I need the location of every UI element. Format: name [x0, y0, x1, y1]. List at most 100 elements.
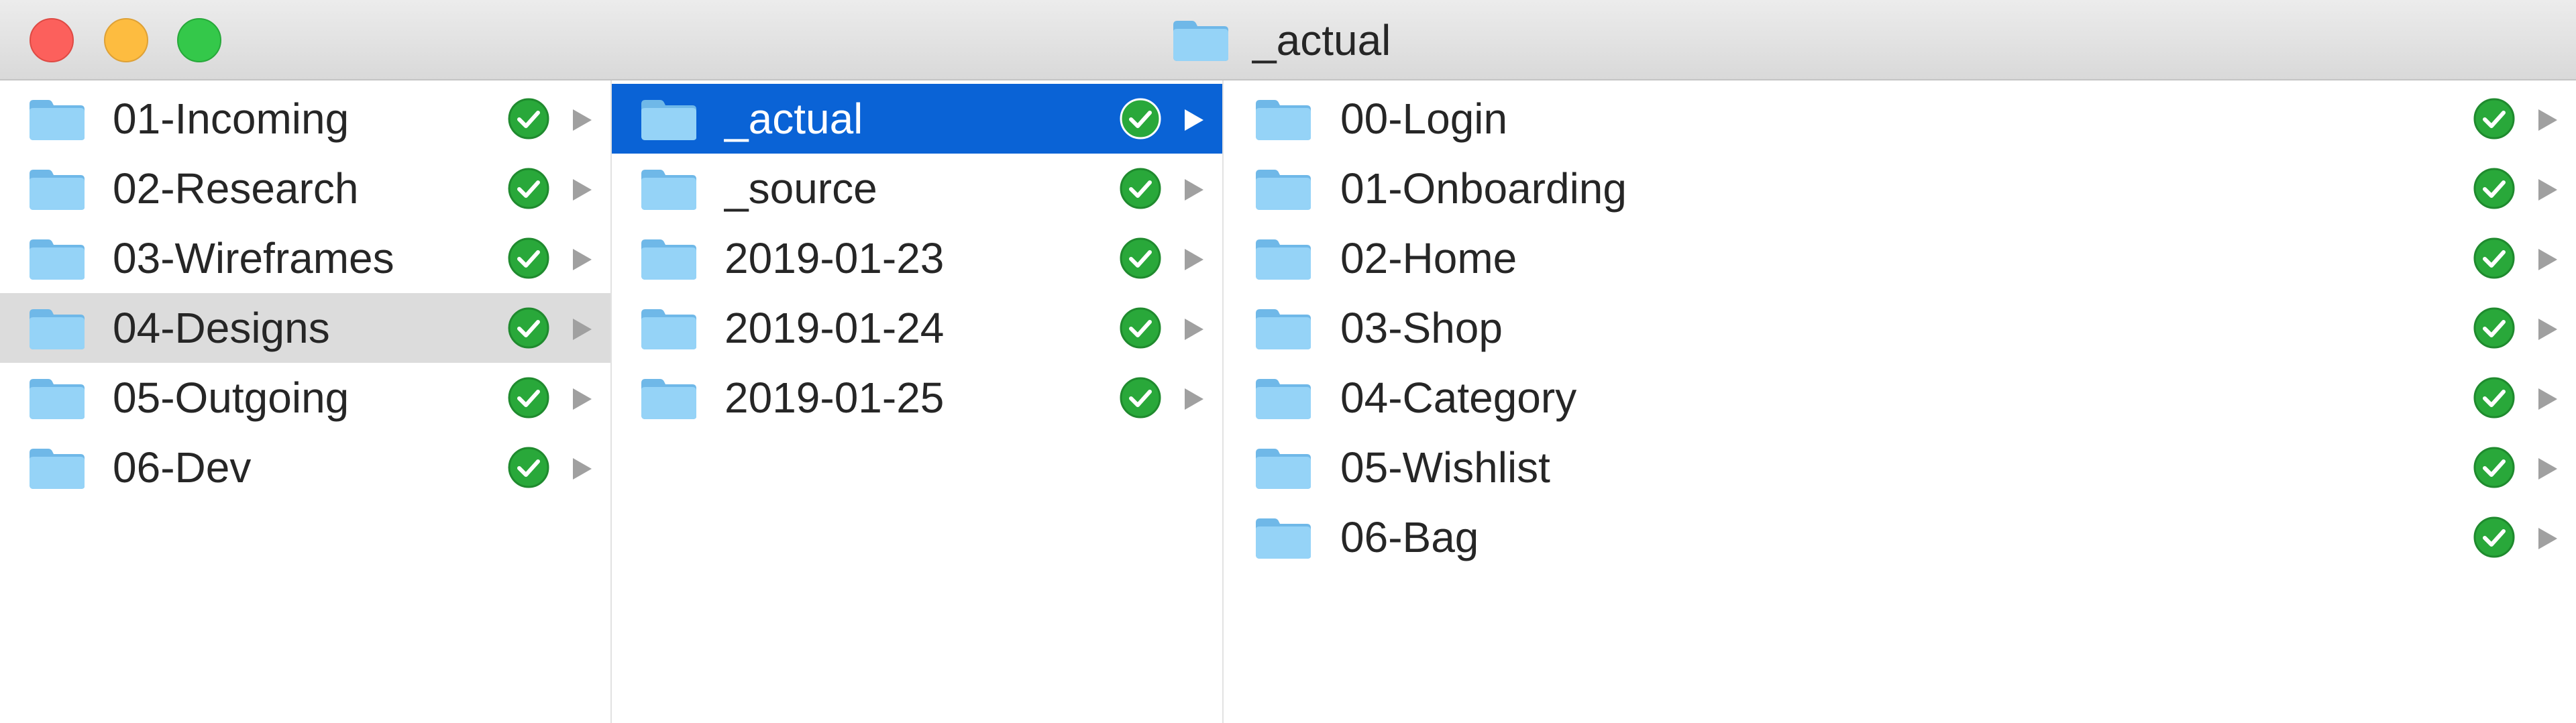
- folder-icon: [1173, 21, 1228, 61]
- synced-check-icon: [508, 168, 549, 209]
- synced-check-icon: [1120, 377, 1161, 419]
- synced-check-icon: [2473, 377, 2515, 419]
- chevron-right-icon[interactable]: [2537, 526, 2559, 551]
- folder-icon: [641, 100, 696, 140]
- column-1[interactable]: 01-Incoming 02-Research 03-Wireframes 04-De…: [0, 80, 610, 723]
- folder-row[interactable]: 2019-01-23: [612, 223, 1222, 293]
- folder-row[interactable]: 01-Onboarding: [1224, 154, 2576, 223]
- folder-row[interactable]: 01-Incoming: [0, 84, 610, 154]
- synced-check-icon: [508, 447, 549, 488]
- folder-row[interactable]: 02-Research: [0, 154, 610, 223]
- chevron-right-icon[interactable]: [1183, 387, 1205, 411]
- chevron-right-icon[interactable]: [572, 108, 593, 132]
- folder-name: 2019-01-24: [724, 304, 945, 352]
- folder-icon: [1256, 100, 1311, 140]
- chevron-right-icon[interactable]: [1183, 178, 1205, 202]
- folder-row[interactable]: 05-Wishlist: [1224, 433, 2576, 502]
- folder-name: 03-Wireframes: [113, 234, 394, 282]
- title-bar[interactable]: _actual: [0, 0, 2576, 80]
- folder-icon: [1256, 239, 1311, 280]
- synced-check-icon: [508, 377, 549, 419]
- column-2[interactable]: _actual _source 2019-01-23 2019-01-24 2019-0…: [612, 80, 1222, 723]
- folder-name: 01-Onboarding: [1340, 164, 1627, 213]
- folder-name: 04-Category: [1340, 374, 1577, 422]
- synced-check-icon: [508, 237, 549, 279]
- column-3[interactable]: 00-Login 01-Onboarding 02-Home 03-Shop 04-Ca…: [1224, 80, 2576, 723]
- finder-window: _actual 01-Incoming 02-Research 03-Wirefra…: [0, 0, 2576, 723]
- synced-check-icon: [2473, 98, 2515, 140]
- folder-row[interactable]: 04-Category: [1224, 363, 2576, 433]
- window-title: _actual: [1252, 16, 1391, 64]
- minimize-button[interactable]: [104, 18, 148, 62]
- folder-row[interactable]: 2019-01-24: [612, 293, 1222, 363]
- synced-check-icon: [508, 307, 549, 349]
- folder-icon: [30, 170, 85, 210]
- chevron-right-icon[interactable]: [2537, 178, 2559, 202]
- chevron-right-icon[interactable]: [2537, 247, 2559, 272]
- folder-name: 03-Shop: [1340, 304, 1503, 352]
- synced-check-icon: [508, 98, 549, 140]
- chevron-right-icon[interactable]: [572, 317, 593, 341]
- folder-name: 01-Incoming: [113, 95, 350, 143]
- folder-name: 02-Home: [1340, 234, 1517, 282]
- chevron-right-icon[interactable]: [2537, 108, 2559, 132]
- folder-name: _source: [724, 164, 877, 213]
- chevron-right-icon[interactable]: [572, 247, 593, 272]
- chevron-right-icon[interactable]: [1183, 317, 1205, 341]
- folder-row[interactable]: 06-Bag: [1224, 502, 2576, 572]
- chevron-right-icon[interactable]: [572, 178, 593, 202]
- folder-icon: [641, 239, 696, 280]
- folder-row[interactable]: 03-Shop: [1224, 293, 2576, 363]
- folder-icon: [30, 309, 85, 349]
- folder-row[interactable]: _source: [612, 154, 1222, 223]
- synced-check-icon: [2473, 237, 2515, 279]
- folder-icon: [1256, 170, 1311, 210]
- synced-check-icon: [2473, 447, 2515, 488]
- folder-name: 04-Designs: [113, 304, 330, 352]
- folder-name: 05-Wishlist: [1340, 443, 1550, 492]
- folder-row[interactable]: 03-Wireframes: [0, 223, 610, 293]
- folder-name: 2019-01-25: [724, 374, 945, 422]
- window-title-group: _actual: [1171, 0, 1391, 80]
- folder-row[interactable]: 06-Dev: [0, 433, 610, 502]
- folder-name: 00-Login: [1340, 95, 1508, 143]
- folder-name: _actual: [724, 95, 863, 143]
- folder-name: 05-Outgoing: [113, 374, 350, 422]
- chevron-right-icon[interactable]: [2537, 387, 2559, 411]
- folder-icon: [30, 449, 85, 489]
- folder-icon: [641, 309, 696, 349]
- folder-name: 06-Dev: [113, 443, 252, 492]
- folder-name: 06-Bag: [1340, 513, 1479, 561]
- synced-check-icon: [1120, 307, 1161, 349]
- synced-check-icon: [1120, 98, 1161, 140]
- synced-check-icon: [2473, 307, 2515, 349]
- folder-icon: [30, 239, 85, 280]
- synced-check-icon: [1120, 168, 1161, 209]
- folder-row[interactable]: 2019-01-25: [612, 363, 1222, 433]
- folder-name: 2019-01-23: [724, 234, 945, 282]
- folder-icon: [30, 379, 85, 419]
- folder-icon: [1256, 379, 1311, 419]
- close-button[interactable]: [30, 18, 74, 62]
- folder-icon: [641, 170, 696, 210]
- synced-check-icon: [1120, 237, 1161, 279]
- chevron-right-icon[interactable]: [2537, 457, 2559, 481]
- folder-icon: [1256, 449, 1311, 489]
- chevron-right-icon[interactable]: [572, 387, 593, 411]
- folder-icon: [1256, 309, 1311, 349]
- folder-row[interactable]: _actual: [612, 84, 1222, 154]
- synced-check-icon: [2473, 168, 2515, 209]
- folder-icon: [1256, 518, 1311, 559]
- folder-row[interactable]: 05-Outgoing: [0, 363, 610, 433]
- folder-row[interactable]: 02-Home: [1224, 223, 2576, 293]
- chevron-right-icon[interactable]: [1183, 247, 1205, 272]
- folder-name: 02-Research: [113, 164, 359, 213]
- folder-row[interactable]: 04-Designs: [0, 293, 610, 363]
- chevron-right-icon[interactable]: [572, 457, 593, 481]
- zoom-button[interactable]: [177, 18, 221, 62]
- chevron-right-icon[interactable]: [2537, 317, 2559, 341]
- synced-check-icon: [2473, 516, 2515, 558]
- folder-row[interactable]: 00-Login: [1224, 84, 2576, 154]
- chevron-right-icon[interactable]: [1183, 108, 1205, 132]
- folder-icon: [641, 379, 696, 419]
